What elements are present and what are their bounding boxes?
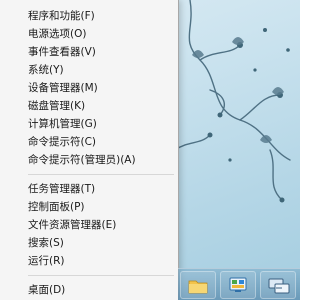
taskbar-button-network[interactable] bbox=[260, 271, 296, 299]
menu-group-shell-tools: 任务管理器(T) 控制面板(P) 文件资源管理器(E) 搜索(S) 运行(R) bbox=[0, 180, 178, 270]
menu-group-system-tools: 程序和功能(F) 电源选项(O) 事件查看器(V) 系统(Y) 设备管理器(M)… bbox=[0, 7, 178, 169]
menu-item-search[interactable]: 搜索(S) bbox=[0, 234, 178, 252]
menu-item-control-panel[interactable]: 控制面板(P) bbox=[0, 198, 178, 216]
taskbar-button-control-panel[interactable] bbox=[220, 271, 256, 299]
menu-item-file-explorer[interactable]: 文件资源管理器(E) bbox=[0, 216, 178, 234]
menu-item-disk-management[interactable]: 磁盘管理(K) bbox=[0, 97, 178, 115]
menu-item-command-prompt[interactable]: 命令提示符(C) bbox=[0, 133, 178, 151]
taskbar bbox=[178, 268, 300, 300]
menu-item-event-viewer[interactable]: 事件查看器(V) bbox=[0, 43, 178, 61]
menu-item-task-manager[interactable]: 任务管理器(T) bbox=[0, 180, 178, 198]
menu-separator bbox=[28, 275, 174, 276]
menu-item-programs-features[interactable]: 程序和功能(F) bbox=[0, 7, 178, 25]
wallpaper-vine-decoration bbox=[174, 0, 291, 203]
menu-separator bbox=[28, 174, 174, 175]
menu-item-power-options[interactable]: 电源选项(O) bbox=[0, 25, 178, 43]
control-panel-icon bbox=[229, 277, 247, 292]
winx-context-menu: 程序和功能(F) 电源选项(O) 事件查看器(V) 系统(Y) 设备管理器(M)… bbox=[0, 0, 179, 300]
folder-icon bbox=[188, 280, 208, 294]
menu-top-padding bbox=[0, 0, 178, 7]
taskbar-button-file-explorer[interactable] bbox=[180, 271, 216, 299]
menu-item-run[interactable]: 运行(R) bbox=[0, 252, 178, 270]
network-icon bbox=[268, 278, 290, 294]
menu-item-command-prompt-admin[interactable]: 命令提示符(管理员)(A) bbox=[0, 151, 178, 169]
menu-group-desktop: 桌面(D) bbox=[0, 281, 178, 299]
menu-item-device-manager[interactable]: 设备管理器(M) bbox=[0, 79, 178, 97]
menu-item-desktop[interactable]: 桌面(D) bbox=[0, 281, 178, 299]
menu-item-computer-management[interactable]: 计算机管理(G) bbox=[0, 115, 178, 133]
menu-item-system[interactable]: 系统(Y) bbox=[0, 61, 178, 79]
